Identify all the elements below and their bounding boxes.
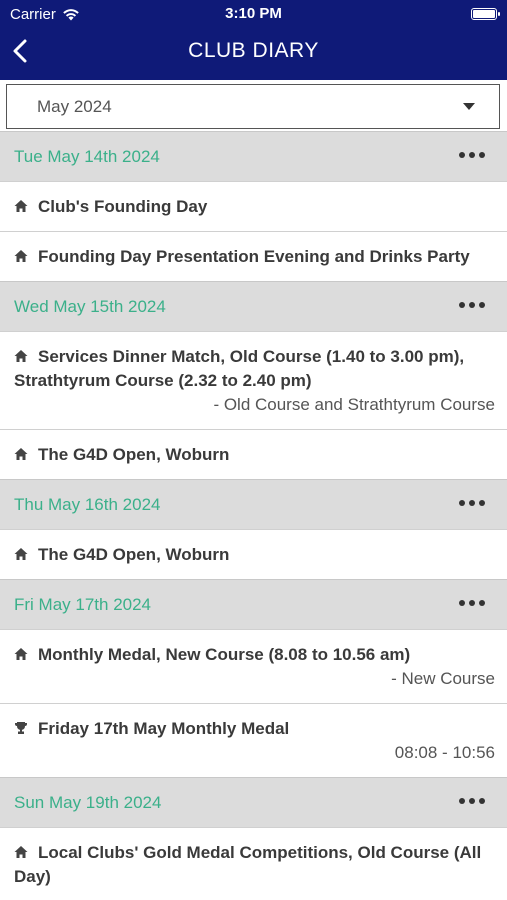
dot: [469, 500, 475, 506]
day-header: Sun May 19th 2024: [0, 777, 507, 827]
more-options-icon[interactable]: [459, 144, 487, 166]
month-picker[interactable]: May 2024: [6, 84, 500, 129]
dot: [479, 302, 485, 308]
event-row[interactable]: The G4D Open, Woburn: [0, 529, 507, 579]
diary-list: Tue May 14th 2024 Club's Founding Day Foun…: [0, 131, 507, 900]
home-icon: [14, 350, 28, 362]
day-header: Wed May 15th 2024: [0, 281, 507, 331]
dot: [479, 152, 485, 158]
home-icon: [14, 200, 28, 212]
more-options-icon[interactable]: [459, 492, 487, 514]
home-icon: [14, 648, 28, 660]
dot: [469, 152, 475, 158]
top-bar: Carrier 3:10 PM CLUB DIARY: [0, 0, 507, 80]
event-subtitle: - Old Course and Strathtyrum Course: [213, 395, 495, 414]
event-row[interactable]: Local Clubs' Gold Medal Competitions, Ol…: [0, 827, 507, 900]
home-icon: [14, 448, 28, 460]
dot: [479, 600, 485, 606]
event-row[interactable]: Services Dinner Match, Old Course (1.40 …: [0, 331, 507, 429]
day-label: Sun May 19th 2024: [14, 793, 162, 812]
dot: [459, 798, 465, 804]
event-title: The G4D Open, Woburn: [14, 543, 495, 567]
event-title: Founding Day Presentation Evening and Dr…: [14, 245, 495, 269]
more-options-icon[interactable]: [459, 790, 487, 812]
dot: [469, 600, 475, 606]
event-row[interactable]: Club's Founding Day: [0, 181, 507, 231]
event-title: Club's Founding Day: [14, 195, 495, 219]
event-row[interactable]: The G4D Open, Woburn: [0, 429, 507, 479]
event-title: Services Dinner Match, Old Course (1.40 …: [14, 347, 465, 390]
dot: [459, 302, 465, 308]
more-options-icon[interactable]: [459, 592, 487, 614]
event-title: Monthly Medal, New Course (8.08 to 10.56…: [14, 643, 495, 667]
page-title: CLUB DIARY: [188, 39, 319, 62]
trophy-icon: [15, 722, 27, 734]
battery-icon: [471, 8, 500, 20]
clock: 3:10 PM: [225, 5, 282, 22]
day-label: Tue May 14th 2024: [14, 147, 160, 166]
dot: [479, 798, 485, 804]
day-header: Fri May 17th 2024: [0, 579, 507, 629]
event-title: Friday 17th May Monthly Medal: [14, 717, 495, 741]
day-label: Fri May 17th 2024: [14, 595, 152, 614]
dropdown-arrow-icon: [463, 103, 475, 110]
event-row[interactable]: Founding Day Presentation Evening and Dr…: [0, 231, 507, 281]
home-icon: [14, 250, 28, 262]
dot: [459, 600, 465, 606]
day-header: Thu May 16th 2024: [0, 479, 507, 529]
dot: [469, 302, 475, 308]
more-options-icon[interactable]: [459, 294, 487, 316]
event-row[interactable]: Monthly Medal, New Course (8.08 to 10.56…: [0, 629, 507, 703]
dot: [459, 500, 465, 506]
day-label: Wed May 15th 2024: [14, 297, 166, 316]
dot: [469, 798, 475, 804]
home-icon: [14, 548, 28, 560]
nav-bar: CLUB DIARY: [0, 30, 507, 74]
day-label: Thu May 16th 2024: [14, 495, 161, 514]
dot: [479, 500, 485, 506]
event-title: The G4D Open, Woburn: [14, 443, 495, 467]
event-row[interactable]: Friday 17th May Monthly Medal 08:08 - 10:…: [0, 703, 507, 777]
month-picker-value: May 2024: [37, 97, 112, 116]
dot: [459, 152, 465, 158]
event-subtitle: - New Course: [391, 669, 495, 688]
status-bar: Carrier 3:10 PM: [0, 0, 507, 28]
event-subtitle: 08:08 - 10:56: [394, 743, 495, 762]
day-header: Tue May 14th 2024: [0, 131, 507, 181]
home-icon: [14, 846, 28, 858]
event-title: Local Clubs' Gold Medal Competitions, Ol…: [14, 843, 482, 886]
